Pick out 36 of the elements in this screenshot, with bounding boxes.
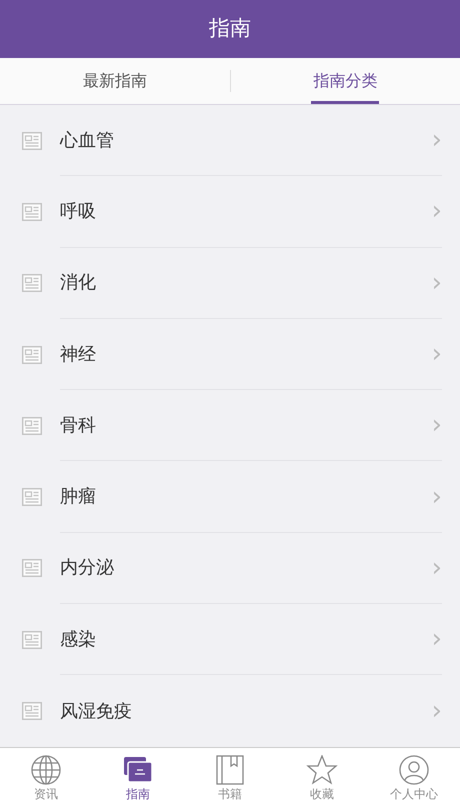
document-icon xyxy=(22,488,42,506)
book-icon xyxy=(214,754,246,785)
document-icon xyxy=(22,132,42,150)
document-icon xyxy=(22,559,42,578)
chevron-icon: › xyxy=(432,127,442,154)
category-label[interactable]: 肿瘤 xyxy=(60,483,432,510)
category-label[interactable]: 风湿免疫 xyxy=(60,698,432,725)
document-icon xyxy=(22,274,42,292)
nav-tab[interactable]: 资讯 xyxy=(0,748,92,800)
category-label[interactable]: 骨科 xyxy=(60,412,432,439)
chevron-icon: › xyxy=(432,554,442,581)
person-icon xyxy=(398,754,430,785)
chevron-icon: › xyxy=(432,698,442,724)
document-icon xyxy=(22,416,42,435)
chevron-icon: › xyxy=(432,270,442,296)
chevron-icon: › xyxy=(432,341,442,368)
star-icon xyxy=(306,754,338,785)
chevron-icon: › xyxy=(432,412,442,438)
document-icon xyxy=(22,346,42,364)
globe-icon xyxy=(30,754,62,785)
category-label[interactable]: 呼吸 xyxy=(60,198,432,225)
category-label[interactable]: 内分泌 xyxy=(60,554,432,582)
document-icon xyxy=(22,630,42,649)
category-label[interactable]: 感染 xyxy=(60,626,432,653)
tab[interactable]: 最新指南 xyxy=(0,58,230,104)
category-label[interactable]: 心血管 xyxy=(60,126,432,154)
chevron-icon: › xyxy=(432,198,442,224)
document-icon xyxy=(22,702,42,720)
page-title: 指南 xyxy=(209,15,251,42)
tab[interactable]: 指南分类 xyxy=(230,58,460,104)
nav-tab[interactable]: 指南 xyxy=(92,748,184,800)
chevron-icon: › xyxy=(432,484,442,510)
chevron-icon: › xyxy=(432,626,442,652)
category-label[interactable]: 消化 xyxy=(60,269,432,296)
document-icon xyxy=(22,202,42,221)
category-label[interactable]: 神经 xyxy=(60,340,432,368)
